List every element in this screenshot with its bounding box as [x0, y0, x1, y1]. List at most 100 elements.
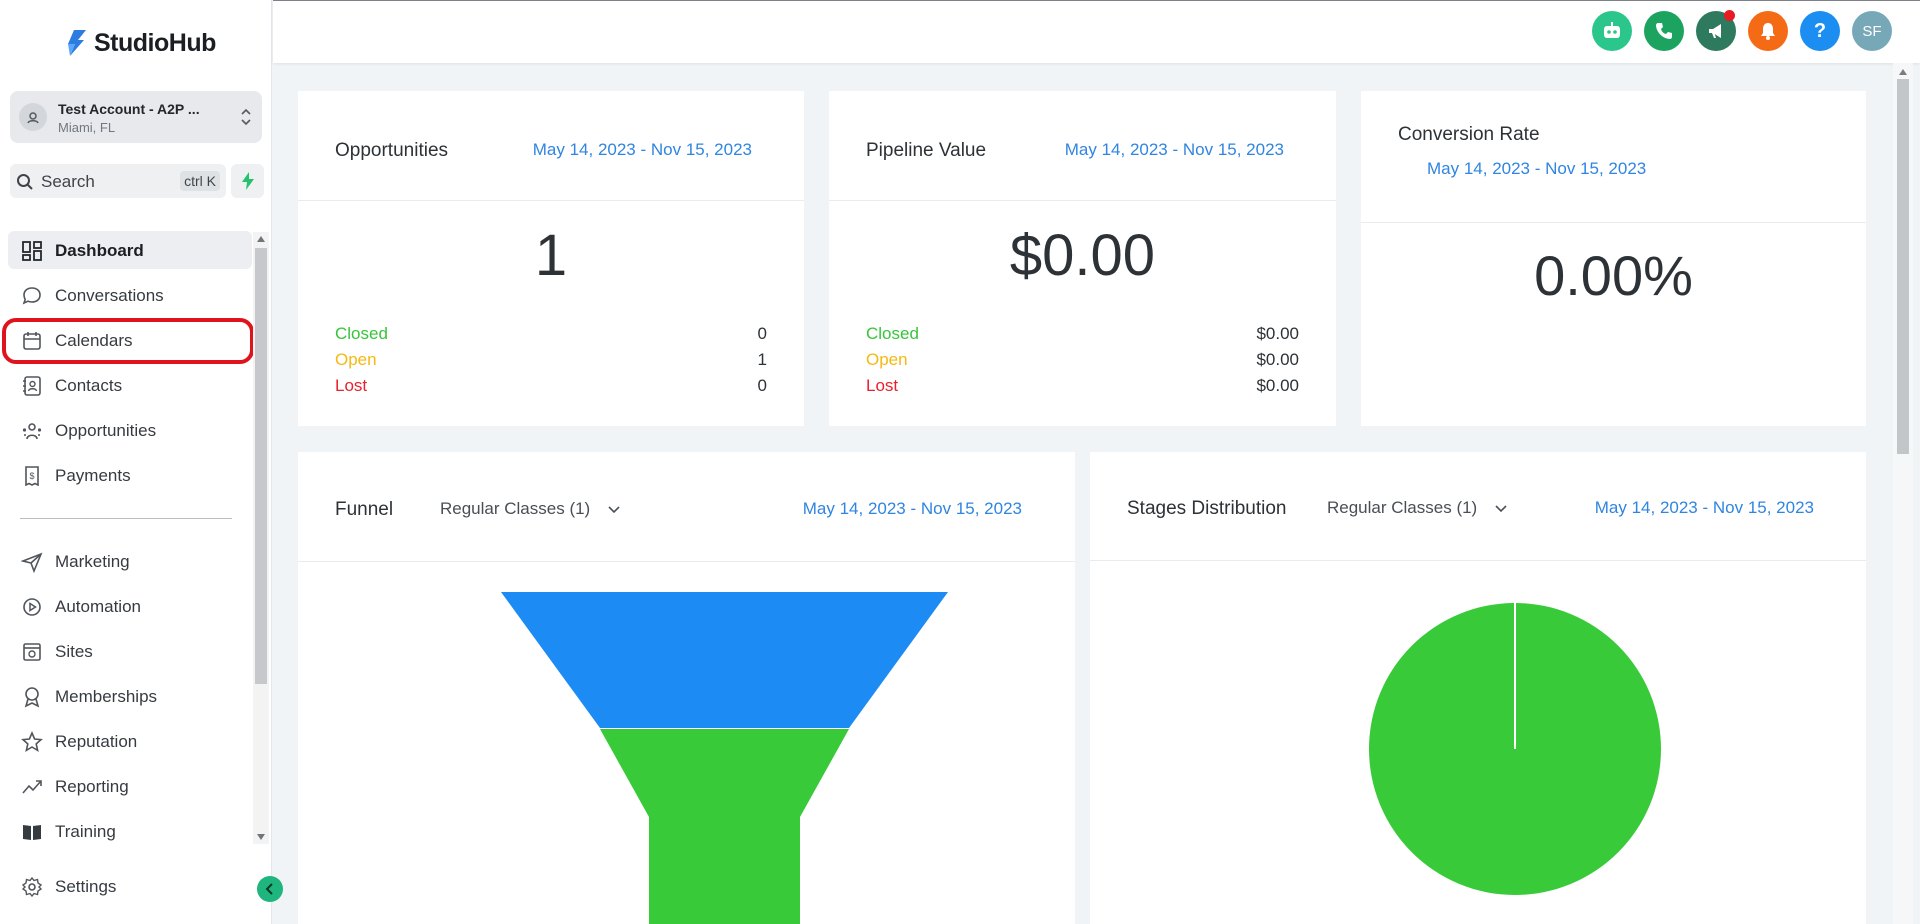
stat-value: $0.00 — [1256, 324, 1299, 343]
sidebar-item-payments[interactable]: $ Payments — [8, 456, 252, 494]
sidebar-item-reputation[interactable]: Reputation — [8, 722, 252, 760]
search-box[interactable]: Search ctrl K — [10, 164, 226, 198]
funnel-stage-2[interactable] — [600, 729, 849, 924]
stat-label: Lost — [335, 376, 368, 395]
phone-button[interactable] — [1644, 11, 1684, 51]
bell-icon — [1761, 23, 1775, 40]
sidebar-item-label: Contacts — [55, 376, 123, 395]
user-initials: SF — [1862, 22, 1882, 40]
chevron-left-icon — [265, 883, 273, 895]
stat-row-lost: Lost $0.00 — [866, 376, 1299, 400]
funnel-stage-1[interactable] — [501, 592, 948, 728]
chevron-down-icon — [1495, 504, 1507, 512]
account-switcher[interactable]: Test Account - A2P ... Miami, FL — [10, 91, 262, 143]
automation-icon — [23, 598, 41, 616]
phone-icon — [1656, 23, 1672, 39]
sidebar-item-automation[interactable]: Automation — [8, 587, 252, 625]
ai-assistant-button[interactable] — [1592, 11, 1632, 51]
date-range-link[interactable]: May 14, 2023 - Nov 15, 2023 — [1595, 498, 1814, 518]
opportunities-card: Opportunities May 14, 2023 - Nov 15, 202… — [298, 91, 804, 426]
card-title: Opportunities — [335, 140, 449, 161]
stat-value: 0 — [757, 324, 767, 343]
card-divider — [298, 200, 804, 201]
date-range-link[interactable]: May 14, 2023 - Nov 15, 2023 — [1065, 140, 1284, 160]
notifications-button[interactable] — [1748, 11, 1788, 51]
sidebar: StudioHub Test Account - A2P ... Miami, … — [0, 0, 272, 924]
scroll-up-arrow-icon[interactable] — [257, 236, 265, 242]
sidebar-item-reporting[interactable]: Reporting — [8, 767, 252, 805]
pipeline-dropdown[interactable]: Regular Classes (1) — [1327, 498, 1508, 518]
sidebar-item-opportunities[interactable]: Opportunities — [8, 411, 252, 449]
date-range-link[interactable]: May 14, 2023 - Nov 15, 2023 — [803, 499, 1022, 519]
stat-row-open: Open $0.00 — [866, 350, 1299, 374]
lightning-icon — [241, 172, 254, 190]
stat-label: Open — [335, 350, 377, 369]
sidebar-scrollbar[interactable] — [253, 232, 269, 844]
location-pin-icon — [19, 103, 47, 131]
announcements-button[interactable] — [1696, 10, 1736, 51]
chat-bubble-icon — [22, 287, 41, 305]
payments-icon: $ — [25, 466, 39, 487]
main-scrollbar[interactable] — [1893, 63, 1913, 924]
date-range-link[interactable]: May 14, 2023 - Nov 15, 2023 — [533, 140, 752, 160]
sidebar-item-marketing[interactable]: Marketing — [8, 542, 252, 580]
pipeline-value: $0.00 — [1009, 223, 1156, 288]
account-location: Miami, FL — [58, 120, 116, 135]
sidebar-item-training[interactable]: Training — [8, 812, 252, 850]
sidebar-item-label: Payments — [55, 466, 131, 485]
pipeline-dropdown-value: Regular Classes (1) — [1327, 498, 1478, 517]
trend-icon — [22, 780, 42, 794]
stat-row-closed: Closed 0 — [335, 324, 767, 348]
account-name: Test Account - A2P ... — [58, 101, 200, 117]
app-logo[interactable]: StudioHub — [64, 28, 216, 58]
sidebar-item-label: Dashboard — [55, 241, 144, 260]
sidebar-divider — [20, 518, 232, 519]
quick-actions-button[interactable] — [231, 164, 264, 198]
help-button[interactable]: ? — [1800, 11, 1840, 51]
logo-mark-icon — [68, 30, 86, 56]
sites-icon — [23, 643, 41, 661]
sidebar-item-label: Opportunities — [55, 421, 157, 440]
sidebar-item-settings[interactable]: Settings — [8, 867, 252, 905]
send-icon — [21, 552, 43, 573]
megaphone-icon — [1709, 24, 1721, 38]
sidebar-item-sites[interactable]: Sites — [8, 632, 252, 670]
stat-label: Lost — [866, 376, 899, 395]
conversion-rate-card: Conversion Rate May 14, 2023 - Nov 15, 2… — [1361, 91, 1866, 426]
sidebar-item-dashboard[interactable]: Dashboard — [8, 231, 252, 269]
card-divider — [829, 200, 1336, 201]
contacts-icon — [23, 376, 41, 396]
main-scroll-thumb[interactable] — [1897, 79, 1909, 454]
sidebar-item-label: Automation — [55, 597, 141, 616]
collapse-sidebar-button[interactable] — [257, 876, 283, 902]
pipeline-dropdown[interactable]: Regular Classes (1) — [440, 499, 621, 519]
robot-icon — [1604, 22, 1620, 38]
search-icon — [17, 174, 33, 190]
sidebar-scroll-thumb[interactable] — [255, 248, 267, 684]
sidebar-item-label: Sites — [55, 642, 93, 661]
card-title: Funnel — [335, 499, 394, 520]
calendars-highlight-annotation — [2, 318, 254, 364]
sidebar-item-conversations[interactable]: Conversations — [8, 276, 252, 314]
sidebar-item-contacts[interactable]: Contacts — [8, 366, 252, 404]
sidebar-item-memberships[interactable]: Memberships — [8, 677, 252, 715]
scroll-up-arrow-icon[interactable] — [1899, 69, 1907, 75]
badge-icon — [24, 687, 40, 708]
sidebar-item-label: Training — [55, 822, 116, 841]
user-avatar-button[interactable]: SF — [1852, 11, 1892, 51]
stat-row-open: Open 1 — [335, 350, 767, 374]
stat-label: Closed — [335, 324, 388, 343]
chevron-down-icon — [608, 505, 620, 513]
question-icon: ? — [1813, 19, 1827, 42]
funnel-card: Funnel Regular Classes (1) May 14, 2023 … — [298, 452, 1075, 924]
card-title: Conversion Rate — [1398, 124, 1540, 145]
gear-icon — [21, 876, 43, 898]
scroll-down-arrow-icon[interactable] — [257, 834, 265, 840]
top-header: ? SF — [273, 0, 1920, 63]
stat-value: $0.00 — [1256, 350, 1299, 369]
card-divider — [1361, 222, 1866, 223]
star-icon — [21, 731, 43, 753]
funnel-chart — [501, 592, 948, 924]
stat-value: 0 — [757, 376, 767, 395]
date-range-link[interactable]: May 14, 2023 - Nov 15, 2023 — [1427, 159, 1646, 179]
